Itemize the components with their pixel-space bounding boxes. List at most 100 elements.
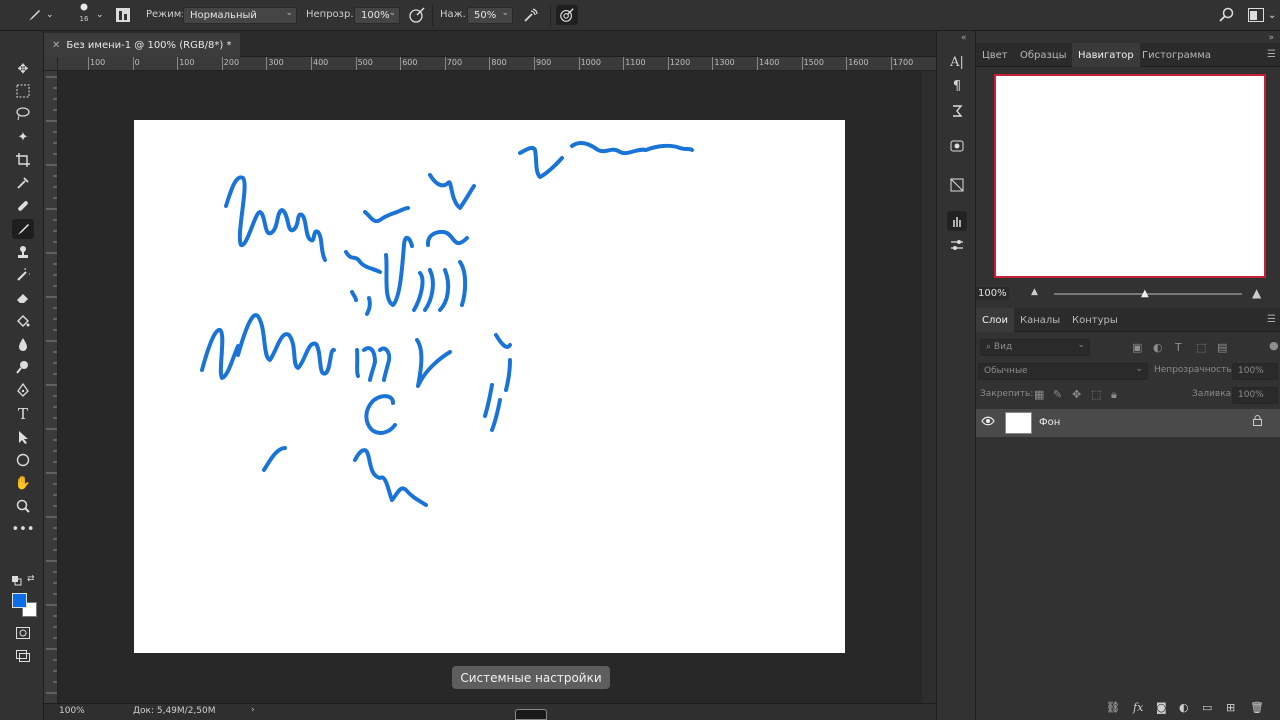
fill-field[interactable]: 100% <box>1232 387 1278 404</box>
airbrush-icon[interactable] <box>522 5 540 25</box>
foreground-color-swatch[interactable] <box>12 593 27 608</box>
system-preferences-dock-icon[interactable] <box>515 709 547 720</box>
lasso-tool-icon[interactable] <box>12 104 34 124</box>
glyphs-panel-icon[interactable] <box>947 101 967 121</box>
status-zoom[interactable]: 100% <box>59 706 85 716</box>
filter-pixel-icon[interactable]: ▣ <box>1132 341 1142 354</box>
type-tool-icon[interactable]: T <box>12 404 34 424</box>
blur-tool-icon[interactable] <box>12 334 34 354</box>
workspace-icon[interactable] <box>1248 5 1264 25</box>
status-arrow-icon[interactable]: › <box>251 705 255 715</box>
tab-color[interactable]: Цвет <box>976 43 1014 67</box>
delete-layer-icon[interactable]: 🗑︎ <box>1250 701 1264 714</box>
close-icon[interactable]: ✕ <box>52 40 60 51</box>
lock-transparent-icon[interactable]: ▦ <box>1034 388 1044 401</box>
move-tool-icon[interactable]: ✥ <box>12 59 34 79</box>
layer-row[interactable]: Фон <box>976 409 1280 437</box>
eraser-tool-icon[interactable] <box>12 288 34 308</box>
ruler-origin[interactable] <box>44 57 58 71</box>
healing-brush-tool-icon[interactable] <box>12 196 34 216</box>
tab-layers[interactable]: Слои <box>976 308 1014 332</box>
screen-mode-icon[interactable] <box>12 646 34 666</box>
marquee-tool-icon[interactable] <box>12 81 34 101</box>
navigator-thumbnail[interactable] <box>994 74 1266 278</box>
chevron-down-icon[interactable]: ⌄ <box>96 5 104 25</box>
mode-select[interactable]: Нормальный ⌄ <box>183 7 297 24</box>
tab-navigator[interactable]: Навигатор <box>1072 43 1140 67</box>
collapse-icon[interactable]: « <box>961 33 967 43</box>
lock-pixels-icon[interactable]: ✎ <box>1053 388 1062 401</box>
history-brush-tool-icon[interactable] <box>12 265 34 285</box>
lock-icon[interactable] <box>1253 415 1262 429</box>
filter-adjustment-icon[interactable]: ◐ <box>1153 341 1163 354</box>
pressure-opacity-icon[interactable] <box>408 5 426 25</box>
magic-wand-tool-icon[interactable]: ✦ <box>12 127 34 147</box>
pen-tool-icon[interactable] <box>12 380 34 400</box>
tab-paths[interactable]: Контуры <box>1066 308 1124 332</box>
layer-name[interactable]: Фон <box>1039 417 1060 428</box>
eyedropper-tool-icon[interactable] <box>12 173 34 193</box>
brush-panel-icon[interactable] <box>947 211 967 231</box>
panel-menu-icon[interactable]: ☰ <box>1267 49 1276 60</box>
navigator-zoom-value[interactable]: 100% <box>976 287 1009 300</box>
visibility-eye-icon[interactable] <box>981 415 995 429</box>
dodge-tool-icon[interactable] <box>12 357 34 377</box>
quick-mask-icon[interactable] <box>12 623 34 643</box>
swap-colors-icon[interactable]: ⇄ <box>27 574 35 584</box>
vertical-ruler[interactable] <box>44 71 58 703</box>
filter-shape-icon[interactable]: ⬚ <box>1196 341 1206 354</box>
vertical-scrollbar[interactable] <box>922 71 936 703</box>
zoom-slider-handle[interactable]: ▲ <box>1141 288 1151 299</box>
properties-panel-icon[interactable] <box>947 175 967 195</box>
brush-preset-icon[interactable] <box>26 5 42 25</box>
collapse-icon[interactable]: » <box>1268 33 1274 43</box>
document-tab[interactable]: ✕ Без имени-1 @ 100% (RGB/8*) * <box>44 33 240 57</box>
pressure-size-icon[interactable] <box>556 5 578 25</box>
tab-swatches[interactable]: Образцы <box>1014 43 1073 67</box>
more-tools-icon[interactable]: ••• <box>12 519 35 539</box>
panel-menu-icon[interactable]: ☰ <box>1267 314 1276 325</box>
default-colors-icon[interactable] <box>12 576 22 586</box>
brush-tool-icon[interactable] <box>12 219 34 239</box>
lock-artboard-icon[interactable]: ⬚ <box>1091 388 1101 401</box>
layer-style-icon[interactable]: fx <box>1133 701 1143 714</box>
filter-smart-object-icon[interactable]: ▤ <box>1217 341 1227 354</box>
character-panel-icon[interactable]: A| <box>947 52 967 72</box>
new-group-icon[interactable]: ▭ <box>1202 701 1212 714</box>
filter-toggle-icon[interactable]: ● <box>1269 339 1279 352</box>
ellipse-tool-icon[interactable] <box>12 450 34 470</box>
opacity-field[interactable]: 100% ⌄ <box>354 7 400 24</box>
lock-position-icon[interactable]: ✥ <box>1072 388 1081 401</box>
brush-settings-icon[interactable] <box>115 5 131 25</box>
layer-filter-select[interactable]: ⌕ Вид ⌄ <box>980 339 1090 356</box>
add-mask-icon[interactable]: ◙ <box>1156 701 1167 714</box>
share-icon[interactable]: ⌄ <box>1268 5 1276 25</box>
tab-histogram[interactable]: Гистограмма <box>1136 43 1217 67</box>
zoom-tool-icon[interactable] <box>12 496 34 516</box>
libraries-panel-icon[interactable] <box>947 136 967 156</box>
blend-mode-select[interactable]: Обычные ⌄ <box>978 363 1148 380</box>
search-icon[interactable] <box>1219 5 1235 25</box>
path-selection-tool-icon[interactable] <box>12 427 34 447</box>
horizontal-ruler[interactable]: 100 0 100 200 300 400 500 600 700 800 900 1000 1100 1… <box>58 57 936 71</box>
crop-tool-icon[interactable] <box>12 150 34 170</box>
brush-size-picker[interactable]: 16 <box>76 3 92 23</box>
paint-bucket-tool-icon[interactable] <box>12 311 34 331</box>
filter-type-icon[interactable]: T <box>1175 341 1182 354</box>
adjustments-panel-icon[interactable] <box>947 235 967 255</box>
paragraph-panel-icon[interactable]: ¶ <box>947 76 967 96</box>
layer-opacity-field[interactable]: 100% <box>1232 363 1278 380</box>
zoom-out-icon[interactable]: ▲ <box>1031 287 1038 297</box>
chevron-down-icon[interactable]: ⌄ <box>46 5 54 25</box>
tab-channels[interactable]: Каналы <box>1014 308 1066 332</box>
document-canvas[interactable] <box>134 120 845 653</box>
stamp-tool-icon[interactable] <box>12 242 34 262</box>
lock-all-icon[interactable]: 🔒︎ <box>1111 388 1117 402</box>
link-layers-icon[interactable]: ⛓ <box>1106 701 1120 714</box>
flow-field[interactable]: 50% ⌄ <box>467 7 513 24</box>
zoom-in-icon[interactable]: ▲ <box>1252 286 1261 300</box>
new-adjustment-layer-icon[interactable]: ◐ <box>1179 701 1189 714</box>
new-layer-icon[interactable]: ⊞ <box>1226 701 1235 714</box>
layer-thumbnail[interactable] <box>1005 412 1032 434</box>
hand-tool-icon[interactable]: ✋ <box>12 473 34 493</box>
